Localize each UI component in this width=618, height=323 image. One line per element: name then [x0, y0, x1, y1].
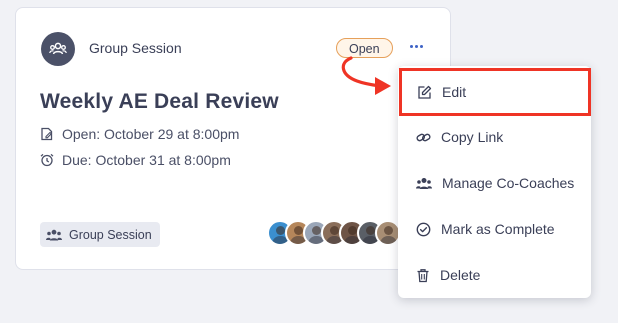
more-options-button[interactable]: [405, 38, 427, 54]
annotation-arrow: [341, 56, 391, 95]
check-circle-icon: [416, 222, 431, 236]
open-doc-icon: [41, 127, 53, 141]
trash-icon: [417, 268, 429, 282]
menu-item-label: Manage Co-Coaches: [442, 175, 575, 191]
menu-item-edit[interactable]: Edit: [399, 68, 591, 116]
menu-item-delete[interactable]: Delete: [398, 252, 591, 298]
link-icon: [416, 133, 431, 141]
group-icon: [49, 42, 67, 55]
due-date-row: Due: October 31 at 8:00pm: [40, 152, 231, 168]
session-type-tag: Group Session: [40, 222, 160, 247]
menu-item-label: Delete: [440, 267, 481, 283]
menu-item-manage-co-coaches[interactable]: Manage Co-Coaches: [398, 160, 591, 206]
participant-avatars[interactable]: [267, 220, 401, 246]
menu-item-copy-link[interactable]: Copy Link: [398, 114, 591, 160]
alarm-clock-icon: [40, 153, 54, 167]
users-icon: [416, 177, 432, 189]
menu-item-label: Copy Link: [441, 129, 504, 145]
menu-item-label: Edit: [442, 84, 467, 100]
options-menu: Edit Copy Link Manage Co-Coaches Mark as…: [398, 66, 591, 298]
session-title: Weekly AE Deal Review: [40, 90, 279, 113]
edit-icon: [418, 85, 432, 99]
open-date-text: Open: October 29 at 8:00pm: [62, 126, 240, 142]
open-date-row: Open: October 29 at 8:00pm: [40, 126, 239, 142]
tag-label: Group Session: [69, 227, 152, 242]
group-icon: [46, 229, 62, 240]
menu-item-mark-complete[interactable]: Mark as Complete: [398, 206, 591, 252]
session-card[interactable]: Group Session Open Weekly AE Deal Review…: [15, 7, 451, 270]
due-date-text: Due: October 31 at 8:00pm: [62, 152, 231, 168]
menu-item-label: Mark as Complete: [441, 221, 555, 237]
group-session-avatar: [41, 32, 75, 66]
session-type-label: Group Session: [89, 40, 182, 56]
